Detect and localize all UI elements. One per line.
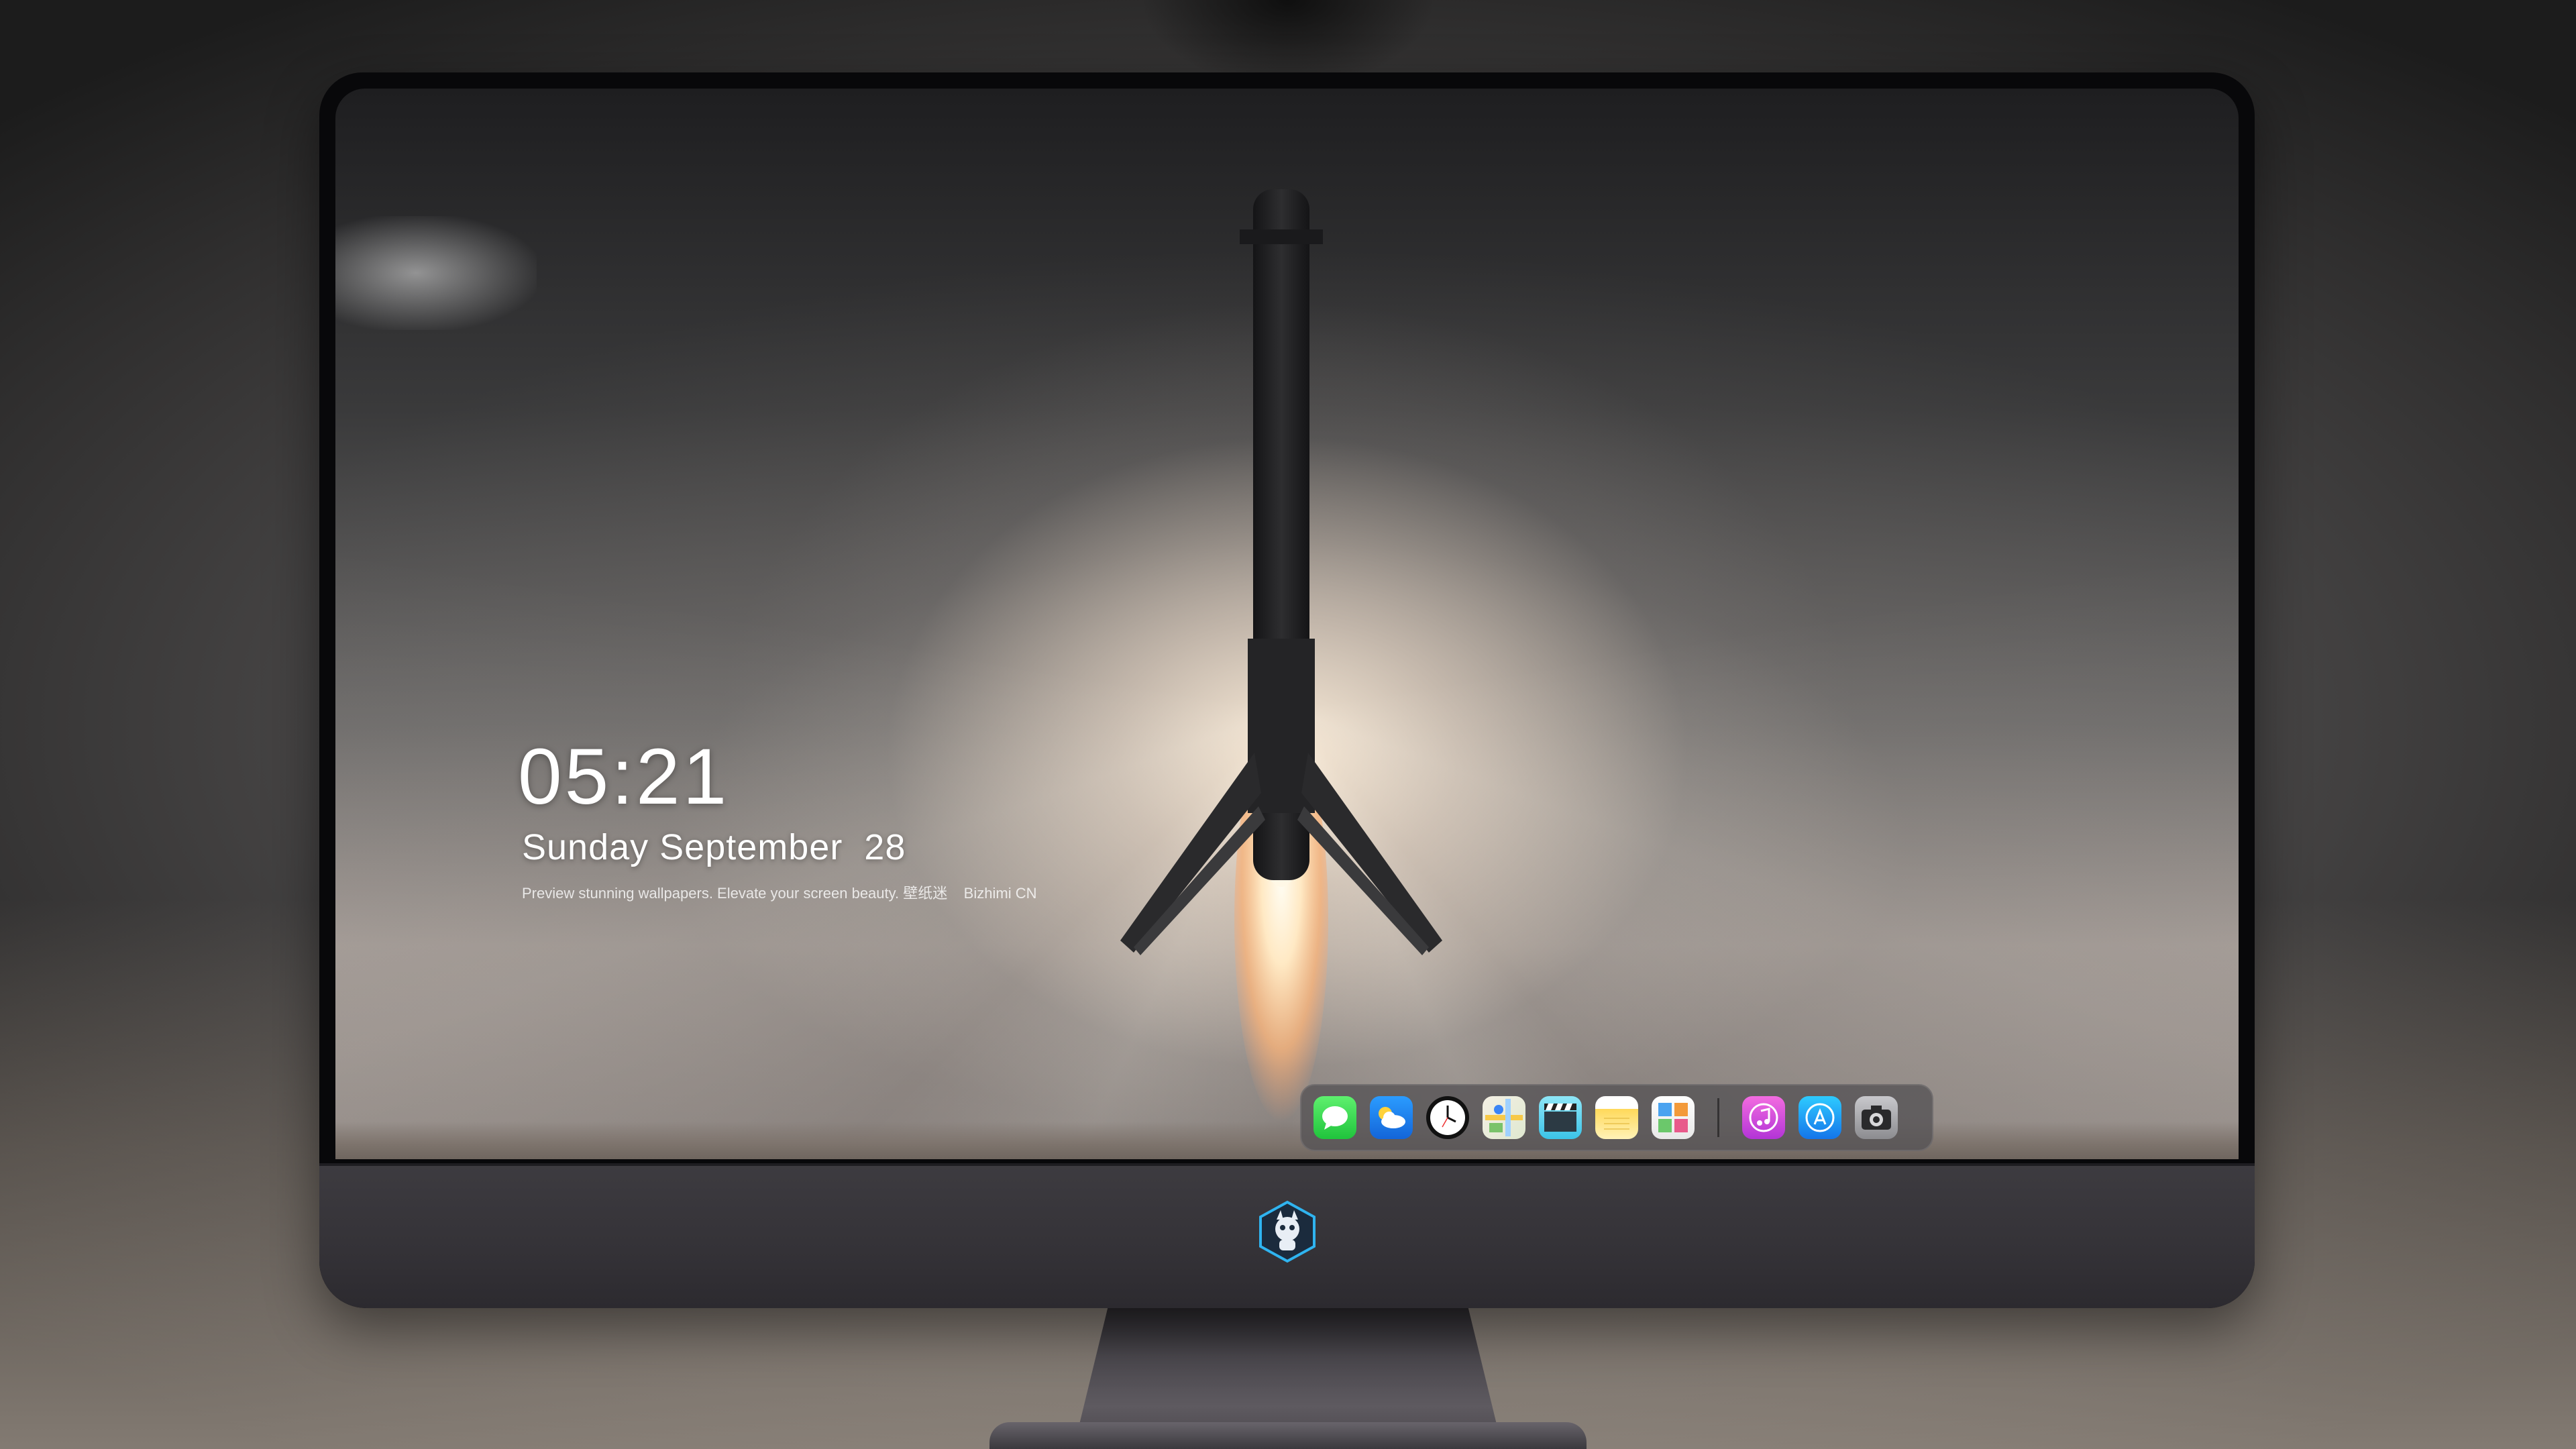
rocket-wallpaper-image <box>1120 189 1442 1122</box>
video-icon[interactable] <box>1539 1096 1582 1139</box>
weather-icon[interactable] <box>1370 1096 1413 1139</box>
messages-icon[interactable] <box>1313 1096 1356 1139</box>
notes-icon[interactable] <box>1595 1096 1638 1139</box>
wallpaper-cloud <box>335 216 537 330</box>
desktop-screen: 05:21 Sunday September 28 Preview stunni… <box>335 89 2239 1159</box>
app-store-icon[interactable] <box>1799 1096 1841 1139</box>
monitor: 05:21 Sunday September 28 Preview stunni… <box>319 72 2255 1308</box>
monitor-chin <box>319 1163 2255 1308</box>
clock-icon[interactable] <box>1426 1096 1469 1139</box>
photos-grid-icon[interactable] <box>1652 1096 1695 1139</box>
monitor-stand-base <box>989 1422 1587 1449</box>
dock-separator <box>1717 1098 1719 1137</box>
music-icon[interactable] <box>1742 1096 1785 1139</box>
maps-icon[interactable] <box>1483 1096 1525 1139</box>
brand-logo-icon <box>1258 1200 1316 1263</box>
dock <box>1300 1084 1933 1151</box>
lockscreen-time: 05:21 <box>518 733 730 821</box>
lockscreen-date: Sunday September 28 <box>522 827 906 867</box>
wallpaper-tagline: Preview stunning wallpapers. Elevate you… <box>522 885 1037 902</box>
camera-icon[interactable] <box>1855 1096 1898 1139</box>
wallpaper-horizon <box>335 1122 2239 1159</box>
